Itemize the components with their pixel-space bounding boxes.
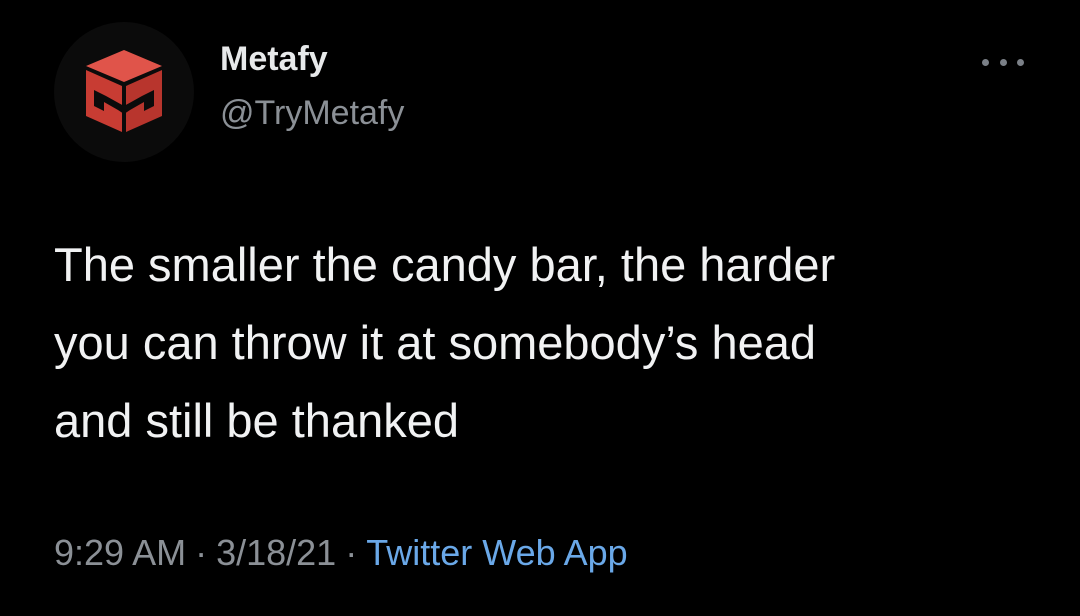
tweet-text-line: The smaller the candy bar, the harder <box>54 238 836 291</box>
author-handle[interactable]: @TryMetafy <box>220 94 404 133</box>
metafy-logo-icon <box>86 50 162 132</box>
tweet-card: Metafy @TryMetafy The smaller the candy … <box>0 0 1080 616</box>
tweet-meta: 9:29 AM · 3/18/21 · Twitter Web App <box>54 532 628 574</box>
more-dots-icon <box>1017 58 1024 66</box>
meta-separator: · <box>345 532 358 573</box>
tweet-text-line: and still be thanked <box>54 394 460 447</box>
more-options-button[interactable] <box>982 52 1024 72</box>
meta-separator: · <box>195 532 208 573</box>
author-display-name[interactable]: Metafy <box>220 40 328 79</box>
tweet-source-link[interactable]: Twitter Web App <box>366 532 627 573</box>
more-dots-icon <box>982 58 989 66</box>
tweet-date: 3/18/21 <box>216 532 337 573</box>
tweet-text-line: you can throw it at somebody’s head <box>54 316 817 369</box>
tweet-time: 9:29 AM <box>54 532 187 573</box>
more-dots-icon <box>999 58 1007 66</box>
tweet-text: The smaller the candy bar, the harder yo… <box>54 226 1044 460</box>
avatar[interactable] <box>54 22 194 162</box>
